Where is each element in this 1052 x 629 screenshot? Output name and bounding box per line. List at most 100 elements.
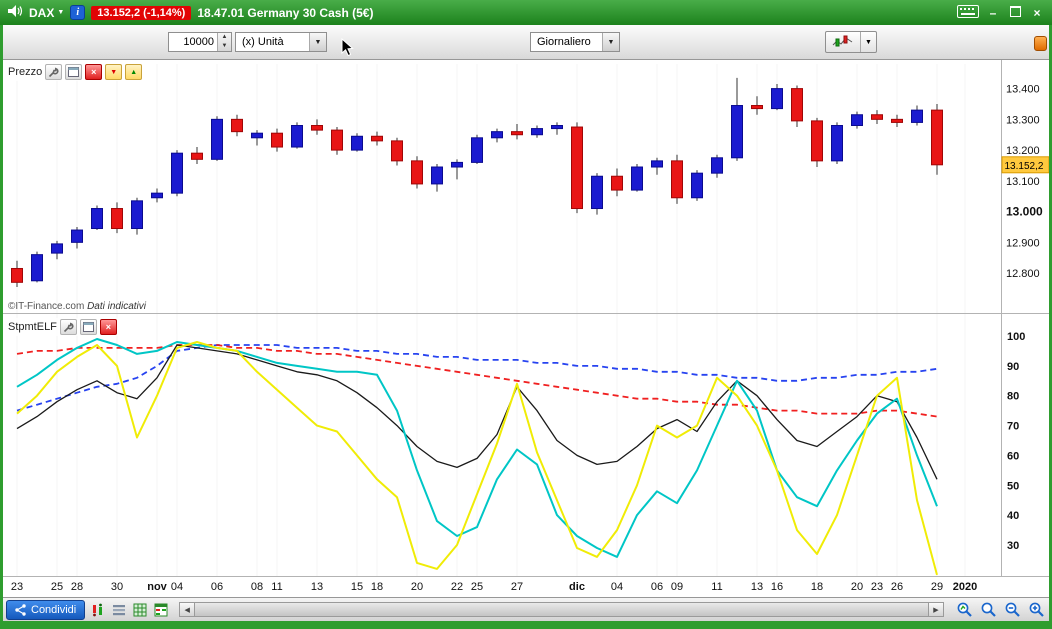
candle-body	[671, 160, 683, 199]
svg-text:13.152,2: 13.152,2	[1005, 161, 1044, 172]
candle-body	[811, 120, 823, 162]
candle-body	[891, 118, 903, 123]
svg-text:09: 09	[671, 581, 683, 593]
close-panel-icon[interactable]: ×	[85, 64, 103, 80]
scrollbar-thumb[interactable]	[194, 603, 929, 616]
candle-body	[451, 161, 463, 168]
panel-window-icon[interactable]	[79, 319, 97, 335]
candle-body	[471, 137, 483, 163]
svg-text:2020: 2020	[953, 581, 977, 593]
move-panel-up-icon[interactable]: ▲	[125, 64, 143, 80]
svg-text:50: 50	[1007, 480, 1019, 492]
maximize-button[interactable]	[1007, 5, 1023, 20]
close-button[interactable]: ×	[1029, 6, 1045, 20]
spinner-down-icon[interactable]: ▼	[218, 42, 231, 51]
candle-body	[571, 126, 583, 210]
candle-body	[191, 152, 203, 160]
candle-body	[171, 152, 183, 194]
candle-body	[51, 243, 63, 254]
price-panel-title: Prezzo	[8, 66, 43, 78]
candle-body	[751, 105, 763, 110]
chart-style-button[interactable]: ▼	[825, 31, 877, 53]
candle-body	[651, 160, 663, 168]
unit-dropdown-arrow-icon[interactable]: ▼	[309, 33, 326, 51]
timeframe-dropdown-arrow-icon[interactable]: ▼	[602, 33, 619, 51]
zoom-auto-icon[interactable]	[954, 600, 974, 619]
side-panel-toggle-icon[interactable]	[1034, 36, 1047, 51]
candle-body	[911, 109, 923, 123]
candle-body	[211, 118, 223, 160]
candle-body	[691, 172, 703, 199]
share-button[interactable]: Condividi	[6, 599, 86, 620]
svg-text:06: 06	[211, 581, 223, 593]
grid-view-icon[interactable]	[131, 601, 148, 618]
chevron-down-icon: ▼	[57, 9, 65, 16]
price-indicator-chart[interactable]: 13.400 13.300 13.200 13.100 13.000 12.900 12.8…	[3, 60, 1049, 597]
indicator-panel-header: StpmtELF ×	[5, 318, 120, 336]
svg-text:27: 27	[511, 581, 523, 593]
svg-text:40: 40	[1007, 510, 1019, 522]
watchlist-grid-icon[interactable]	[152, 601, 169, 618]
svg-text:28: 28	[71, 581, 83, 593]
candle-body	[371, 135, 383, 142]
quantity-input[interactable]	[169, 33, 217, 51]
zoom-in-icon[interactable]	[1026, 600, 1046, 619]
zoom-selection-icon[interactable]	[978, 600, 998, 619]
candle-body	[491, 131, 503, 139]
candle-body	[31, 254, 43, 282]
wrench-icon[interactable]	[59, 319, 77, 335]
svg-text:30: 30	[1007, 540, 1019, 552]
candle-body	[71, 229, 83, 243]
instrument-selector[interactable]: DAX ▼	[29, 6, 64, 20]
move-panel-down-icon[interactable]: ▼	[105, 64, 123, 80]
svg-text:13.000: 13.000	[1006, 205, 1043, 219]
svg-text:04: 04	[611, 581, 623, 593]
panel-window-icon[interactable]	[65, 64, 83, 80]
candle-body	[291, 125, 303, 148]
speaker-icon[interactable]	[7, 4, 23, 21]
svg-text:12.900: 12.900	[1006, 237, 1040, 249]
svg-text:11: 11	[711, 581, 722, 593]
svg-text:25: 25	[51, 581, 63, 593]
svg-text:18: 18	[371, 581, 383, 593]
svg-text:90: 90	[1007, 361, 1019, 373]
instrument-list-icon[interactable]	[110, 601, 127, 618]
svg-text:20: 20	[411, 581, 423, 593]
keyboard-icon[interactable]	[957, 4, 979, 21]
time-axis-labels: 23 25 28 30 nov 04 06 08 11 13 15 18 20 22 25 27 dic 04 06…	[11, 581, 977, 593]
price-change-badge: 13.152,2 (-1,14%)	[91, 5, 192, 20]
close-panel-icon[interactable]: ×	[99, 319, 117, 335]
candle-body	[111, 208, 123, 230]
buy-sell-markers-icon[interactable]	[89, 601, 106, 618]
candle-body	[611, 175, 623, 191]
unit-dropdown[interactable]: (x) Unità ▼	[235, 32, 327, 52]
svg-text:12.800: 12.800	[1006, 268, 1040, 280]
scroll-left-icon[interactable]: ◀	[180, 603, 195, 616]
candle-body	[271, 132, 283, 148]
candle-body	[511, 131, 523, 136]
candle-body	[411, 160, 423, 185]
horizontal-scrollbar[interactable]: ◀ ▶	[179, 602, 944, 617]
maximize-icon	[1009, 5, 1021, 17]
svg-text:13.200: 13.200	[1006, 145, 1040, 157]
chart-style-arrow-icon[interactable]: ▼	[860, 32, 876, 52]
candle-body	[831, 125, 843, 162]
zoom-out-icon[interactable]	[1002, 600, 1022, 619]
scroll-right-icon[interactable]: ▶	[929, 603, 943, 616]
info-icon[interactable]: i	[70, 5, 86, 20]
trading-chart-window: DAX ▼ i 13.152,2 (-1,14%) 18.47.01 Germa…	[0, 0, 1052, 629]
svg-text:06: 06	[651, 581, 663, 593]
wrench-icon[interactable]	[45, 64, 63, 80]
svg-text:30: 30	[111, 581, 123, 593]
mouse-cursor	[341, 37, 354, 62]
provider-watermark: ©IT-Finance.com Dati indicativi	[8, 301, 146, 312]
indicator-axis-labels: 100 90 80 70 60 50 40 30	[1007, 331, 1025, 552]
minimize-button[interactable]: –	[985, 6, 1001, 20]
candle-body	[531, 128, 543, 136]
svg-text:13.100: 13.100	[1006, 176, 1040, 188]
instrument-name: DAX	[29, 5, 55, 20]
spinner-up-icon[interactable]: ▲	[218, 33, 231, 42]
svg-text:15: 15	[351, 581, 363, 593]
timeframe-dropdown[interactable]: Giornaliero ▼	[530, 32, 620, 52]
candle-body	[851, 114, 863, 126]
